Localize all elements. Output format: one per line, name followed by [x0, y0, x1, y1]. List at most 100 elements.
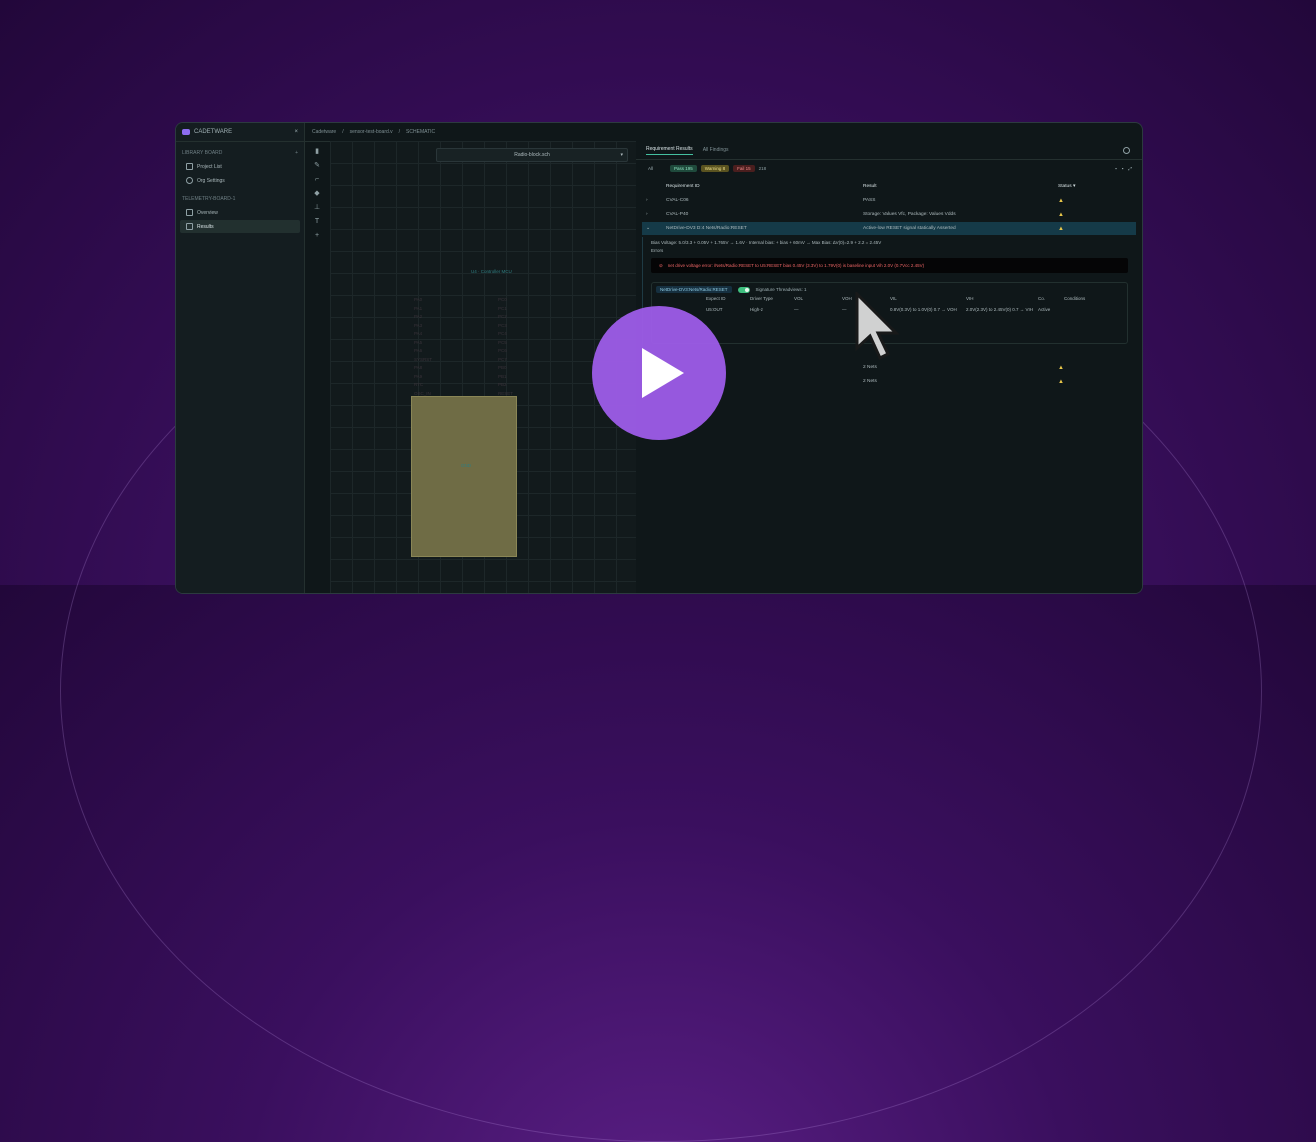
- sidebar-item-results[interactable]: Results: [180, 220, 300, 233]
- grid-icon: [186, 209, 193, 216]
- chip-pin-left: SYSRST: [414, 356, 433, 362]
- warning-badge[interactable]: Warning 8: [700, 164, 730, 172]
- chip-pin-left: PA8: [414, 365, 423, 370]
- chip-pin-right: PB1: [498, 373, 507, 379]
- requirement-id: CVAL-P40: [666, 212, 689, 217]
- sidebar-section-library: LIBRARY BOARD +: [176, 142, 304, 159]
- filter-select[interactable]: All: [648, 166, 666, 171]
- select-tool-icon[interactable]: ▮: [314, 148, 321, 155]
- sidebar-item-project-list[interactable]: Project List: [180, 160, 300, 173]
- zoom-tool-icon[interactable]: +: [314, 232, 321, 239]
- expand-row-icon[interactable]: ›: [642, 212, 666, 217]
- table-row[interactable]: › CVAL-P40 Storage: Values Vfc, Package:…: [642, 208, 1136, 221]
- net-select[interactable]: NetDrive-DV3:Nets/Radio:RESET: [656, 286, 732, 293]
- col-vol: VOL: [794, 296, 804, 301]
- col-co: Co.: [1038, 296, 1046, 301]
- chip-pin-right: RESET: [498, 390, 514, 396]
- collapse-row-icon[interactable]: ⌄: [642, 226, 666, 231]
- fail-badge[interactable]: Fail 15: [733, 164, 755, 172]
- chip-pin-left: PA5: [414, 339, 423, 345]
- chip-pin-right: PB0: [498, 365, 507, 370]
- chip-pin-right: PC2: [498, 314, 507, 319]
- expand-icon[interactable]: ⤢: [1128, 166, 1132, 171]
- result-text: 2 Nets: [863, 365, 877, 370]
- warning-icon: ▲: [1058, 364, 1064, 371]
- chip-pin-right: PC0: [498, 297, 507, 302]
- val-driver-type: High-z: [750, 307, 764, 312]
- expand-row-icon[interactable]: ›: [642, 198, 666, 203]
- search-icon[interactable]: [1123, 146, 1130, 154]
- sheet-select-value: Radio-block.sch: [514, 152, 550, 158]
- sidebar: CADETWARE × LIBRARY BOARD + Project List …: [176, 123, 305, 593]
- result-text: Active-low RESET signal statically Asser…: [863, 226, 956, 231]
- wire-tool-icon[interactable]: ⌐: [314, 176, 321, 183]
- chip-pin-left: PA4: [414, 331, 423, 336]
- net-tool-icon[interactable]: ⊥: [314, 204, 321, 211]
- sidebar-section-label: TELEMETRY-BOARD-1: [182, 196, 236, 202]
- chip-pin-right: PC7: [498, 356, 507, 362]
- signature-toggle[interactable]: [737, 286, 750, 293]
- chip-pin-left: PA0: [414, 297, 423, 302]
- val-vih: 2.0V(2.3V) to 2.45V(0) 0.7 → VIH: [966, 307, 1034, 312]
- breadcrumb-item[interactable]: Cadetware: [312, 129, 336, 135]
- label-tool-icon[interactable]: T: [314, 218, 321, 225]
- folder-icon: [186, 163, 193, 170]
- results-filters: All Pass 195 Warning 8 Fail 15 218 ▪ ▪ ⤢: [636, 160, 1142, 176]
- result-text: 2 Nets: [863, 379, 877, 384]
- sidebar-section-label: LIBRARY BOARD: [182, 150, 223, 156]
- col-vih: VIH: [966, 296, 974, 301]
- filter-icon[interactable]: ▾: [1073, 184, 1075, 189]
- col-expect-id: Expect ID: [706, 296, 726, 301]
- breadcrumb-sep: /: [398, 129, 401, 135]
- warning-icon: ▲: [1058, 211, 1064, 218]
- ground-label: GND: [461, 463, 471, 468]
- sidebar-section-board: TELEMETRY-BOARD-1: [176, 188, 304, 205]
- toggle-label: Signature Threadviews: 1: [755, 287, 807, 292]
- sidebar-item-org-settings[interactable]: Org Settings: [180, 174, 300, 187]
- chip-pin-right: PB2: [498, 382, 507, 387]
- collapse-sidebar-icon[interactable]: ×: [294, 129, 298, 135]
- column-status[interactable]: Status ▾: [1058, 184, 1098, 189]
- column-requirement-id[interactable]: Requirement ID: [666, 184, 863, 189]
- sidebar-header: CADETWARE ×: [176, 123, 304, 142]
- table-header: Requirement ID Result Status ▾: [642, 180, 1136, 193]
- error-icon: ⊘: [659, 262, 663, 268]
- column-status-label: Status: [1058, 184, 1072, 189]
- component-tool-icon[interactable]: ◆: [314, 190, 321, 197]
- breadcrumb-item[interactable]: sensor-test-board.v: [350, 129, 393, 135]
- pass-badge[interactable]: Pass 195: [670, 164, 697, 172]
- sidebar-item-overview[interactable]: Overview: [180, 206, 300, 219]
- result-text: Storage: Values Vfc, Package: Values Vdd…: [863, 212, 956, 217]
- breadcrumb: Cadetware / sensor-test-board.v / SCHEMATI…: [304, 123, 1142, 142]
- results-tabs: Requirement Results All Findings: [636, 141, 1142, 160]
- mcu-component[interactable]: [411, 396, 517, 557]
- breadcrumb-sep: /: [342, 129, 344, 135]
- chip-pin-left: PA1: [414, 305, 423, 311]
- grid-view-icon[interactable]: ▪: [1115, 166, 1117, 171]
- play-icon[interactable]: [642, 348, 684, 398]
- sidebar-item-label: Results: [197, 223, 214, 230]
- tab-requirement-results[interactable]: Requirement Results: [646, 146, 693, 155]
- table-row-selected[interactable]: ⌄ NetDrive-DV3 D:4 Nets/Radio:RESET Acti…: [642, 222, 1136, 235]
- val-co: Active: [1038, 307, 1051, 312]
- chip-pin-left: PA3: [414, 322, 423, 328]
- col-conditions: Conditions: [1064, 296, 1086, 301]
- column-result[interactable]: Result: [863, 184, 1058, 189]
- pen-tool-icon[interactable]: ✎: [314, 162, 321, 169]
- view-icons: ▪ ▪ ⤢: [1115, 166, 1132, 171]
- tab-all-findings[interactable]: All Findings: [703, 147, 729, 153]
- sheet-select[interactable]: Radio-block.sch ▾: [436, 148, 628, 162]
- warning-icon: ▲: [1058, 197, 1064, 204]
- result-text: PASS: [863, 198, 876, 203]
- logo-icon: [182, 129, 190, 135]
- chip-pin-left: PA9: [414, 373, 423, 379]
- bias-voltage-text: Bias Voltage: 5.0/3.3 + 0.05V + 1.765V →…: [651, 240, 882, 245]
- breadcrumb-item[interactable]: SCHEMATIC: [406, 129, 435, 135]
- table-row[interactable]: › CVAL-C06 PASS ▲: [642, 194, 1136, 207]
- errors-heading: Errors: [651, 248, 664, 253]
- col-driver-type: Driver Type: [750, 296, 773, 301]
- plus-icon[interactable]: +: [295, 150, 298, 156]
- sidebar-item-label: Org Settings: [197, 177, 225, 184]
- sidebar-item-label: Project List: [197, 163, 222, 170]
- list-view-icon[interactable]: ▪: [1122, 166, 1124, 171]
